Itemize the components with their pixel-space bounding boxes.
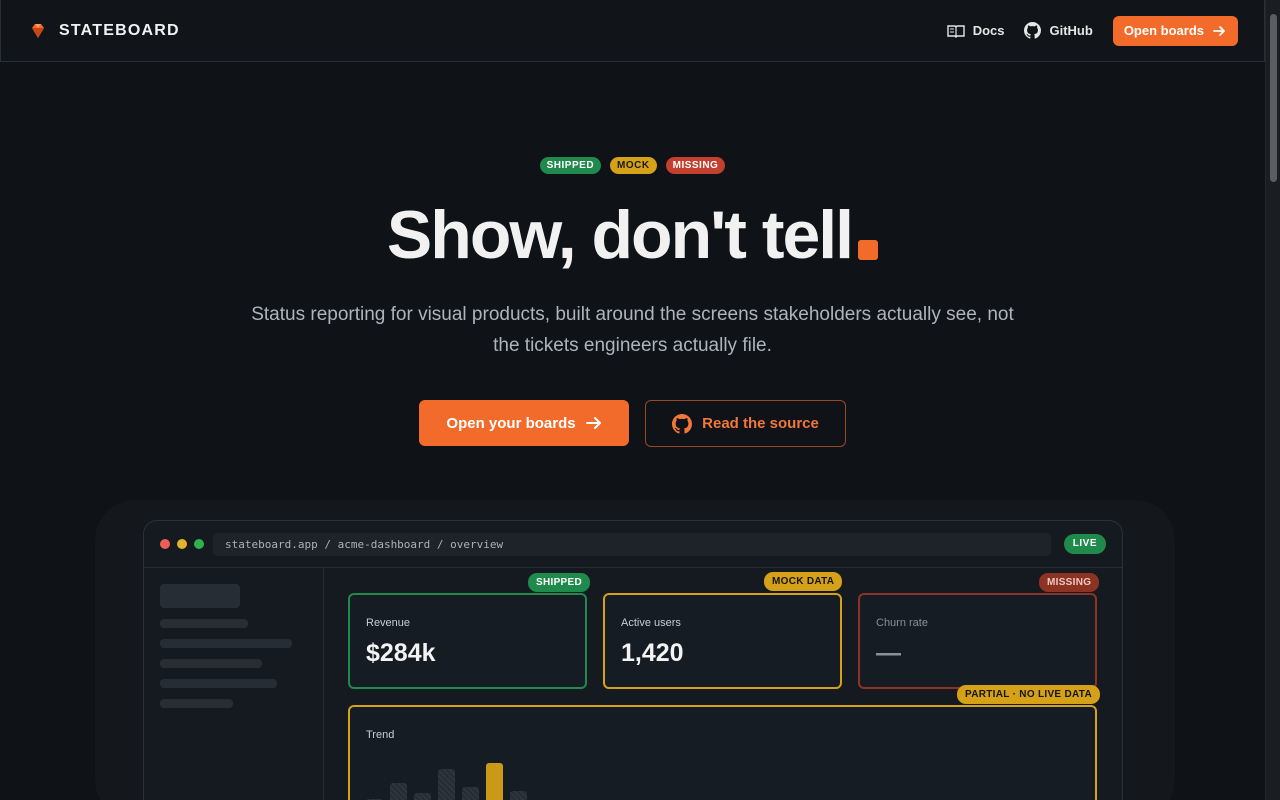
hero-subtitle: Status reporting for visual products, bu… — [251, 304, 1014, 356]
github-label: GitHub — [1049, 23, 1093, 38]
arrow-right-icon — [585, 417, 601, 429]
book-icon — [946, 24, 965, 38]
top-navbar: STATEBOARD Docs GitHub Open boards — [0, 0, 1265, 62]
open-boards-label: Open boards — [1123, 23, 1204, 38]
trend-bar — [390, 783, 407, 800]
skeleton-line — [160, 619, 248, 628]
trend-bar — [510, 791, 527, 800]
skeleton-logo — [160, 584, 240, 608]
missing-badge: MISSING — [665, 157, 726, 174]
skeleton-line — [160, 639, 292, 648]
brand-name: STATEBOARD — [59, 21, 180, 39]
revenue-card: Revenue $284k — [348, 593, 587, 689]
mockup-titlebar: stateboard.app / acme-dashboard / overvi… — [144, 521, 1122, 568]
trend-bars — [366, 757, 566, 800]
page-scrollbar[interactable] — [1265, 0, 1280, 800]
shipped-tag: SHIPPED — [528, 573, 591, 592]
missing-tag: MISSING — [1039, 573, 1100, 592]
scrollbar-thumb[interactable] — [1270, 14, 1277, 182]
churn-rate-label: Churn rate — [876, 617, 928, 629]
trend-card: Trend — [348, 705, 1097, 800]
active-users-label: Active users — [621, 617, 681, 629]
headline-text: Show, don't tell — [386, 197, 854, 273]
docs-label: Docs — [972, 23, 1005, 38]
churn-rate-value: — — [876, 639, 901, 667]
mock-badge: MOCK — [610, 157, 657, 174]
skeleton-line — [160, 679, 277, 688]
hero-cta-row: Open your boards Read the source — [0, 400, 1265, 447]
close-dot — [160, 539, 170, 549]
trend-bar — [414, 793, 431, 800]
trend-bar — [438, 769, 455, 800]
read-source-button[interactable]: Read the source — [645, 400, 846, 447]
trend-bar-highlighted — [486, 763, 503, 800]
trend-bar — [462, 787, 479, 800]
dashboard-mockup: stateboard.app / acme-dashboard / overvi… — [143, 520, 1123, 800]
revenue-label: Revenue — [366, 617, 411, 629]
open-your-boards-label: Open your boards — [446, 414, 576, 432]
mock-data-tag: MOCK DATA — [764, 572, 843, 591]
trend-label: Trend — [366, 729, 395, 741]
churn-rate-card: Churn rate — — [858, 593, 1097, 689]
arrow-right-icon — [1213, 25, 1225, 36]
github-icon — [1024, 22, 1042, 39]
maximize-dot — [194, 539, 204, 549]
active-users-value: 1,420 — [621, 639, 684, 667]
hero-headline: Show, don't tell — [0, 196, 1265, 274]
revenue-value: $284k — [366, 639, 436, 667]
mockup-sidebar — [144, 568, 324, 800]
shipped-badge: SHIPPED — [539, 157, 602, 174]
skeleton-line — [160, 659, 262, 668]
open-your-boards-button[interactable]: Open your boards — [419, 400, 629, 446]
minimize-dot — [177, 539, 187, 549]
accent-square — [858, 240, 879, 260]
gem-icon — [32, 23, 44, 38]
brand[interactable]: STATEBOARD — [29, 22, 180, 40]
status-badges: SHIPPED MOCK MISSING — [0, 157, 1265, 174]
github-icon — [672, 413, 693, 434]
active-users-card: Active users 1,420 — [603, 593, 842, 689]
docs-link[interactable]: Docs — [946, 23, 1005, 38]
url-bar: stateboard.app / acme-dashboard / overvi… — [213, 533, 1051, 556]
window-controls — [160, 539, 204, 549]
skeleton-line — [160, 699, 233, 708]
github-link[interactable]: GitHub — [1024, 22, 1093, 39]
live-badge: LIVE — [1063, 534, 1106, 554]
read-source-label: Read the source — [702, 415, 819, 432]
partial-tag: PARTIAL · NO LIVE DATA — [957, 685, 1100, 704]
open-boards-button[interactable]: Open boards — [1112, 15, 1238, 46]
